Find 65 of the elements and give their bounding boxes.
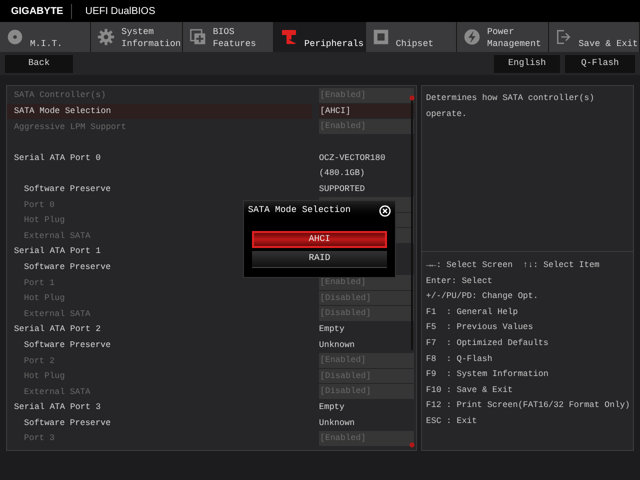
close-icon[interactable] [379,205,391,217]
chip-icon [188,28,207,46]
setting-value: SUPPORTED [319,182,365,196]
setting-value: Empty [319,323,345,336]
setting-label: Serial ATA Port 0 [14,152,101,165]
setting-value: Unknown [319,338,355,352]
setting-label: SATA Mode Selection [14,105,111,118]
setting-label: External SATA [24,386,90,398]
popup-option[interactable]: AHCI [252,231,387,248]
setting-label: Port 0 [24,198,55,212]
plug-icon [280,28,298,46]
popup-option[interactable]: RAID [252,251,387,268]
setting-value: Empty [319,401,345,414]
key-hint: +/-/PU/PD: Change Opt. [426,290,540,304]
gear-icon [97,28,116,46]
brand-logo: GIGABYTE [0,4,72,18]
key-hint: F9 : System Information [426,368,550,382]
setting-label: Port 2 [24,354,55,368]
menu-tab[interactable]: BIOS Features [182,22,274,52]
qflash-button[interactable]: Q-Flash [565,54,635,72]
menu-tab[interactable]: Chipset [366,22,458,52]
setting-label: Software Preserve [24,338,111,352]
scrollbar[interactable] [409,94,415,449]
setting-label: Port 1 [24,276,55,290]
setting-label: Hot Plug [24,292,65,305]
disc-icon [6,28,24,46]
menu-tab[interactable]: System Information [91,22,183,52]
popup-title: SATA Mode Selection [248,204,351,218]
key-hint: F1 : General Help [426,306,519,319]
setting-label: SATA Controller(s) [14,89,106,102]
setting-label: Aggressive LPM Support [14,120,126,134]
setting-label: Software Preserve [24,182,111,196]
menu-tab[interactable]: M.I.T. [0,22,92,52]
key-hint: F8 : Q-Flash [426,352,494,366]
menu-tab[interactable]: Save & Exit [548,22,640,52]
setting-label: Software Preserve [24,260,111,274]
setting-label: Hot Plug [24,370,65,383]
back-button[interactable]: Back [5,54,73,72]
key-hint: Enter: Select [426,274,494,288]
setting-label: External SATA [24,308,90,320]
key-hint: ESC : Exit [426,414,478,428]
key-hint: F12 : Print Screen(FAT16/32 Format Only) [426,399,629,412]
menu-tab[interactable]: Power Management [457,22,549,52]
chip-icon [372,28,390,46]
help-description: Determines how SATA controller(s) operate. [426,92,596,121]
setting-value: Unknown [319,416,355,430]
setting-label: Software Preserve [24,416,111,430]
key-hint: F5 : Previous Values [426,321,534,334]
setting-value: OCZ-VECTOR180 [319,152,386,165]
setting-value: (480.1GB) [319,167,365,180]
setting-label: Hot Plug [24,214,65,227]
option-value[interactable]: [AHCI] [319,104,414,120]
setting-label: Serial ATA Port 3 [14,401,101,414]
setting-label: External SATA [24,230,90,243]
window-title: UEFI DualBIOS [84,4,156,18]
menu-tab[interactable]: Peripherals [274,22,366,52]
setting-label: Serial ATA Port 2 [14,323,101,336]
key-hint: →←: Select Screen ↑↓: Select Item [426,259,600,272]
key-hint: F10 : Save & Exit [426,384,514,397]
setting-label: Port 3 [24,432,55,446]
exit-icon [554,28,573,46]
setting-label: Serial ATA Port 1 [14,245,101,258]
language-button[interactable]: English [494,54,560,72]
key-hint: F7 : Optimized Defaults [426,336,550,350]
lightning-icon [463,28,482,46]
